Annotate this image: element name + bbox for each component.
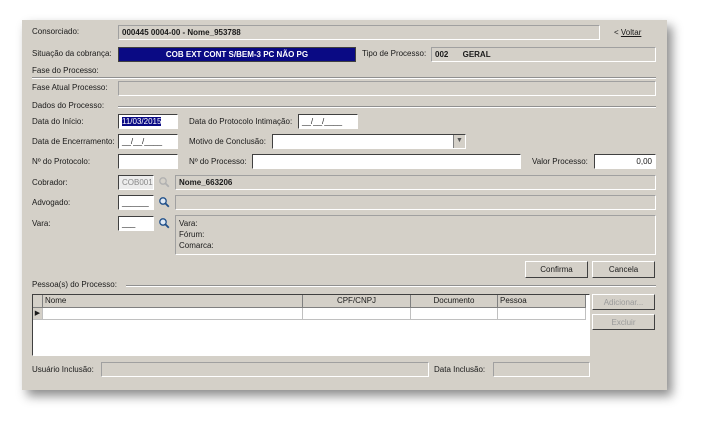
- grid-row-indicator-icon: ▶: [33, 308, 43, 320]
- chevron-down-icon[interactable]: ▼: [453, 135, 465, 148]
- pessoas-grid[interactable]: Nome CPF/CNPJ Documento Pessoa ▶: [32, 294, 590, 356]
- pessoas-separator: [126, 285, 656, 287]
- grid-indicator-header: [33, 295, 43, 308]
- tipo-processo-field: 002 GERAL: [431, 47, 656, 62]
- situacao-label: Situação da cobrança:: [32, 49, 112, 58]
- data-protocolo-label: Data do Protocolo Intimação:: [189, 117, 293, 126]
- fase-atual-label: Fase Atual Processo:: [32, 83, 108, 92]
- vara-magnifier-icon[interactable]: [158, 217, 170, 229]
- dados-separator: [118, 106, 656, 108]
- motivo-label: Motivo de Conclusão:: [189, 137, 266, 146]
- advogado-label: Advogado:: [32, 198, 71, 207]
- consorciado-field: 000445 0004-00 - Nome_953788: [118, 25, 600, 40]
- data-inclusao-label: Data Inclusão:: [434, 365, 486, 374]
- grid-header-documento[interactable]: Documento: [411, 295, 498, 308]
- data-inicio-value: 11/03/2015: [122, 117, 162, 126]
- grid-cell-nome[interactable]: [43, 308, 303, 320]
- adicionar-button[interactable]: Adicionar...: [592, 294, 655, 310]
- voltar-link[interactable]: < Voltar: [614, 27, 641, 39]
- cobrador-label: Cobrador:: [32, 178, 68, 187]
- fase-separator: [32, 77, 656, 79]
- vara-detail-forum: Fórum:: [179, 230, 205, 239]
- data-inclusao-field: [493, 362, 590, 377]
- vara-detail-comarca: Comarca:: [179, 241, 214, 250]
- chevron-left-icon: <: [614, 28, 619, 37]
- processo-form-window: Consorciado: 000445 0004-00 - Nome_95378…: [22, 20, 667, 390]
- usuario-inclusao-label: Usuário Inclusão:: [32, 365, 94, 374]
- usuario-inclusao-field: [101, 362, 429, 377]
- grid-cell-documento[interactable]: [411, 308, 498, 320]
- consorciado-label: Consorciado:: [32, 27, 80, 36]
- grid-header-pessoa[interactable]: Pessoa: [498, 295, 586, 308]
- valor-input[interactable]: 0,00: [594, 154, 656, 169]
- data-inicio-input[interactable]: 11/03/2015: [118, 114, 178, 129]
- fase-section-label: Fase do Processo:: [32, 66, 99, 75]
- grid-header-cpf[interactable]: CPF/CNPJ: [303, 295, 411, 308]
- data-protocolo-input[interactable]: __/__/____: [298, 114, 358, 129]
- fase-atual-field: [118, 81, 656, 96]
- data-encerramento-label: Data de Encerramento:: [32, 137, 115, 146]
- vara-detail-box: Vara: Fórum: Comarca:: [175, 215, 656, 255]
- cancela-button[interactable]: Cancela: [592, 261, 655, 278]
- valor-label: Valor Processo:: [532, 157, 588, 166]
- cobrador-name-field: Nome_663206: [175, 175, 656, 190]
- protocolo-label: Nº do Protocolo:: [32, 157, 91, 166]
- tipo-processo-code: 002: [435, 50, 449, 59]
- cobrador-code-input: COB001: [118, 175, 154, 190]
- motivo-select[interactable]: ▼: [272, 134, 466, 149]
- dados-section-label: Dados do Processo:: [32, 101, 105, 110]
- tipo-processo-label: Tipo de Processo:: [362, 49, 427, 58]
- pessoas-section-label: Pessoa(s) do Processo:: [32, 280, 117, 289]
- grid-cell-pessoa[interactable]: [498, 308, 586, 320]
- advogado-magnifier-icon[interactable]: [158, 196, 170, 208]
- vara-detail-vara: Vara:: [179, 219, 198, 228]
- voltar-label: Voltar: [620, 28, 642, 37]
- vara-code-input[interactable]: ___: [118, 216, 154, 231]
- situacao-field: COB EXT CONT S/BEM-3 PC NÃO PG: [118, 47, 356, 62]
- excluir-button[interactable]: Excluir: [592, 314, 655, 330]
- advogado-name-field: [175, 195, 656, 210]
- data-encerramento-input[interactable]: __/__/____: [118, 134, 178, 149]
- advogado-code-input[interactable]: ______: [118, 195, 154, 210]
- protocolo-input[interactable]: [118, 154, 178, 169]
- processo-label: Nº do Processo:: [189, 157, 247, 166]
- grid-header-nome[interactable]: Nome: [43, 295, 303, 308]
- data-inicio-label: Data do Início:: [32, 117, 84, 126]
- processo-input[interactable]: [252, 154, 521, 169]
- cobrador-magnifier-icon: [159, 177, 170, 188]
- confirma-button[interactable]: Confirma: [525, 261, 588, 278]
- vara-label: Vara:: [32, 219, 51, 228]
- grid-cell-cpf[interactable]: [303, 308, 411, 320]
- tipo-processo-value: GERAL: [462, 50, 491, 59]
